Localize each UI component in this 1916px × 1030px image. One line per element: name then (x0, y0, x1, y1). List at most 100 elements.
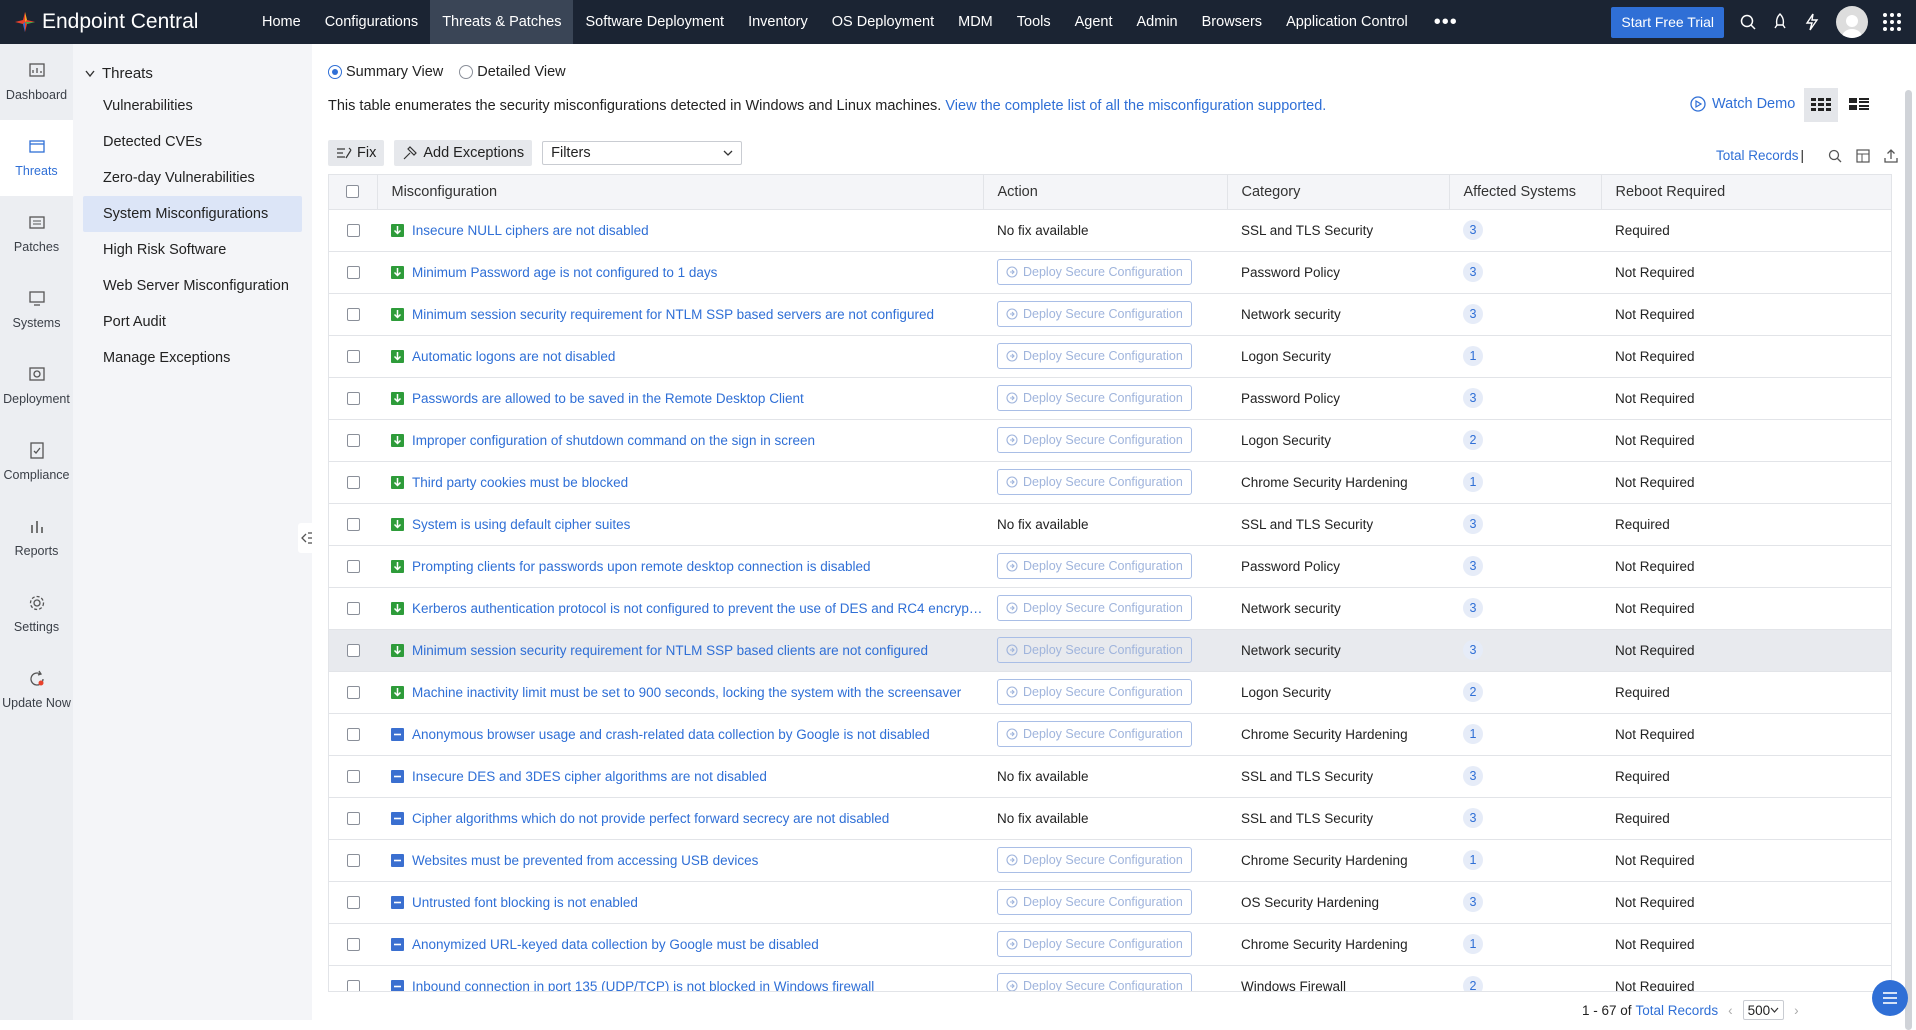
row-checkbox[interactable] (346, 560, 360, 574)
nav-tools[interactable]: Tools (1005, 0, 1063, 44)
misconfiguration-link[interactable]: Insecure NULL ciphers are not disabled (412, 223, 649, 238)
row-checkbox[interactable] (346, 980, 360, 991)
table-row[interactable]: Automatic logons are not disabled Deploy … (329, 335, 1891, 378)
split-view-button[interactable] (1842, 88, 1876, 122)
subnav-item-detected-cves[interactable]: Detected CVEs (83, 124, 302, 160)
nav-software-deployment[interactable]: Software Deployment (573, 0, 736, 44)
misconfiguration-link[interactable]: Untrusted font blocking is not enabled (412, 895, 638, 910)
summary-view-label[interactable]: Summary View (346, 64, 443, 80)
misconfiguration-link[interactable]: Websites must be prevented from accessin… (412, 853, 758, 868)
table-row[interactable]: Insecure DES and 3DES cipher algorithms … (329, 755, 1891, 798)
leftbar-patches[interactable]: Patches (0, 196, 73, 272)
deploy-secure-configuration-button[interactable]: Deploy Secure Configuration (997, 973, 1192, 991)
select-all-checkbox[interactable] (346, 185, 360, 199)
affected-systems-count[interactable]: 1 (1463, 724, 1483, 744)
misconfiguration-link[interactable]: Kerberos authentication protocol is not … (412, 601, 983, 616)
row-checkbox[interactable] (346, 686, 360, 700)
misconfiguration-link[interactable]: Inbound connection in port 135 (UDP/TCP)… (412, 979, 874, 992)
total-records-link[interactable]: Total Records (1716, 148, 1799, 163)
table-search-icon[interactable] (1828, 149, 1842, 163)
next-page-icon[interactable]: › (1794, 1003, 1799, 1018)
deploy-secure-configuration-button[interactable]: Deploy Secure Configuration (997, 637, 1192, 663)
nav-os-deployment[interactable]: OS Deployment (820, 0, 946, 44)
add-exceptions-button[interactable]: Add Exceptions (394, 140, 533, 166)
affected-systems-count[interactable]: 2 (1463, 976, 1483, 991)
table-row[interactable]: Minimum session security requirement for… (329, 293, 1891, 336)
nav-inventory[interactable]: Inventory (736, 0, 820, 44)
subnav-item-vulnerabilities[interactable]: Vulnerabilities (83, 88, 302, 124)
detailed-view-radio[interactable] (459, 65, 474, 79)
row-checkbox[interactable] (346, 350, 360, 364)
deploy-secure-configuration-button[interactable]: Deploy Secure Configuration (997, 259, 1192, 285)
leftbar-threats[interactable]: Threats (0, 120, 73, 196)
row-checkbox[interactable] (346, 938, 360, 952)
table-row[interactable]: Cipher algorithms which do not provide p… (329, 797, 1891, 840)
prev-page-icon[interactable]: ‹ (1728, 1003, 1733, 1018)
table-row[interactable]: Third party cookies must be blocked Deplo… (329, 461, 1891, 504)
row-checkbox[interactable] (346, 644, 360, 658)
detailed-view-label[interactable]: Detailed View (477, 64, 565, 80)
rocket-icon[interactable] (1764, 0, 1796, 44)
misconfiguration-link[interactable]: Minimum Password age is not configured t… (412, 265, 717, 280)
grid-view-button[interactable] (1804, 88, 1838, 122)
start-free-trial-button[interactable]: Start Free Trial (1611, 6, 1724, 38)
leftbar-dashboard[interactable]: Dashboard (0, 44, 73, 120)
nav-agent[interactable]: Agent (1063, 0, 1125, 44)
leftbar-reports[interactable]: Reports (0, 500, 73, 576)
affected-systems-count[interactable]: 3 (1463, 640, 1483, 660)
misconfiguration-link[interactable]: Automatic logons are not disabled (412, 349, 615, 364)
subnav-item-web-server-misconfiguration[interactable]: Web Server Misconfiguration (83, 268, 302, 304)
nav-configurations[interactable]: Configurations (313, 0, 431, 44)
table-row[interactable]: Machine inactivity limit must be set to … (329, 671, 1891, 714)
table-row[interactable]: Websites must be prevented from accessin… (329, 839, 1891, 882)
misconfiguration-link[interactable]: Third party cookies must be blocked (412, 475, 628, 490)
misconfiguration-link[interactable]: Prompting clients for passwords upon rem… (412, 559, 871, 574)
column-header-category[interactable]: Category (1227, 175, 1450, 210)
deploy-secure-configuration-button[interactable]: Deploy Secure Configuration (997, 427, 1192, 453)
leftbar-update-now[interactable]: Update Now (0, 652, 73, 728)
nav-mdm[interactable]: MDM (946, 0, 1005, 44)
subnav-item-high-risk-software[interactable]: High Risk Software (83, 232, 302, 268)
misconfiguration-link[interactable]: Insecure DES and 3DES cipher algorithms … (412, 769, 767, 784)
leftbar-systems[interactable]: Systems (0, 272, 73, 348)
avatar[interactable] (1836, 6, 1868, 38)
table-row[interactable]: Anonymized URL-keyed data collection by … (329, 923, 1891, 966)
misconfiguration-link[interactable]: System is using default cipher suites (412, 517, 630, 532)
app-logo[interactable]: Endpoint Central (0, 10, 250, 34)
table-row[interactable]: Prompting clients for passwords upon rem… (329, 545, 1891, 588)
row-checkbox[interactable] (346, 602, 360, 616)
quick-menu-button[interactable] (1872, 980, 1908, 1016)
row-checkbox[interactable] (346, 266, 360, 280)
search-icon[interactable] (1732, 0, 1764, 44)
row-checkbox[interactable] (346, 728, 360, 742)
nav-application-control[interactable]: Application Control (1274, 0, 1420, 44)
table-row[interactable]: Anonymous browser usage and crash-relate… (329, 713, 1891, 756)
table-row[interactable]: Improper configuration of shutdown comma… (329, 419, 1891, 462)
affected-systems-count[interactable]: 3 (1463, 514, 1483, 534)
row-checkbox[interactable] (346, 518, 360, 532)
table-row[interactable]: Passwords are allowed to be saved in the… (329, 377, 1891, 420)
column-header-action[interactable]: Action (983, 175, 1228, 210)
column-header-reboot-required[interactable]: Reboot Required (1601, 175, 1891, 210)
deploy-secure-configuration-button[interactable]: Deploy Secure Configuration (997, 343, 1192, 369)
nav-admin[interactable]: Admin (1125, 0, 1190, 44)
deploy-secure-configuration-button[interactable]: Deploy Secure Configuration (997, 595, 1192, 621)
misconfiguration-link[interactable]: Cipher algorithms which do not provide p… (412, 811, 889, 826)
page-size-select[interactable]: 500 (1742, 1000, 1785, 1020)
nav-threats-patches[interactable]: Threats & Patches (430, 0, 574, 44)
column-settings-icon[interactable] (1856, 148, 1870, 163)
subnav-item-port-audit[interactable]: Port Audit (83, 304, 302, 340)
misconfiguration-link[interactable]: Anonymized URL-keyed data collection by … (412, 937, 819, 952)
deploy-secure-configuration-button[interactable]: Deploy Secure Configuration (997, 469, 1192, 495)
export-icon[interactable] (1884, 148, 1898, 163)
nav-browsers[interactable]: Browsers (1190, 0, 1274, 44)
table-row[interactable]: Kerberos authentication protocol is not … (329, 587, 1891, 630)
misconfiguration-link[interactable]: Minimum session security requirement for… (412, 307, 934, 322)
row-checkbox[interactable] (346, 308, 360, 322)
leftbar-deployment[interactable]: Deployment (0, 348, 73, 424)
leftbar-settings[interactable]: Settings (0, 576, 73, 652)
watch-demo-link[interactable]: Watch Demo (1690, 96, 1795, 112)
misconfiguration-link[interactable]: Machine inactivity limit must be set to … (412, 685, 961, 700)
row-checkbox[interactable] (346, 854, 360, 868)
affected-systems-count[interactable]: 1 (1463, 472, 1483, 492)
